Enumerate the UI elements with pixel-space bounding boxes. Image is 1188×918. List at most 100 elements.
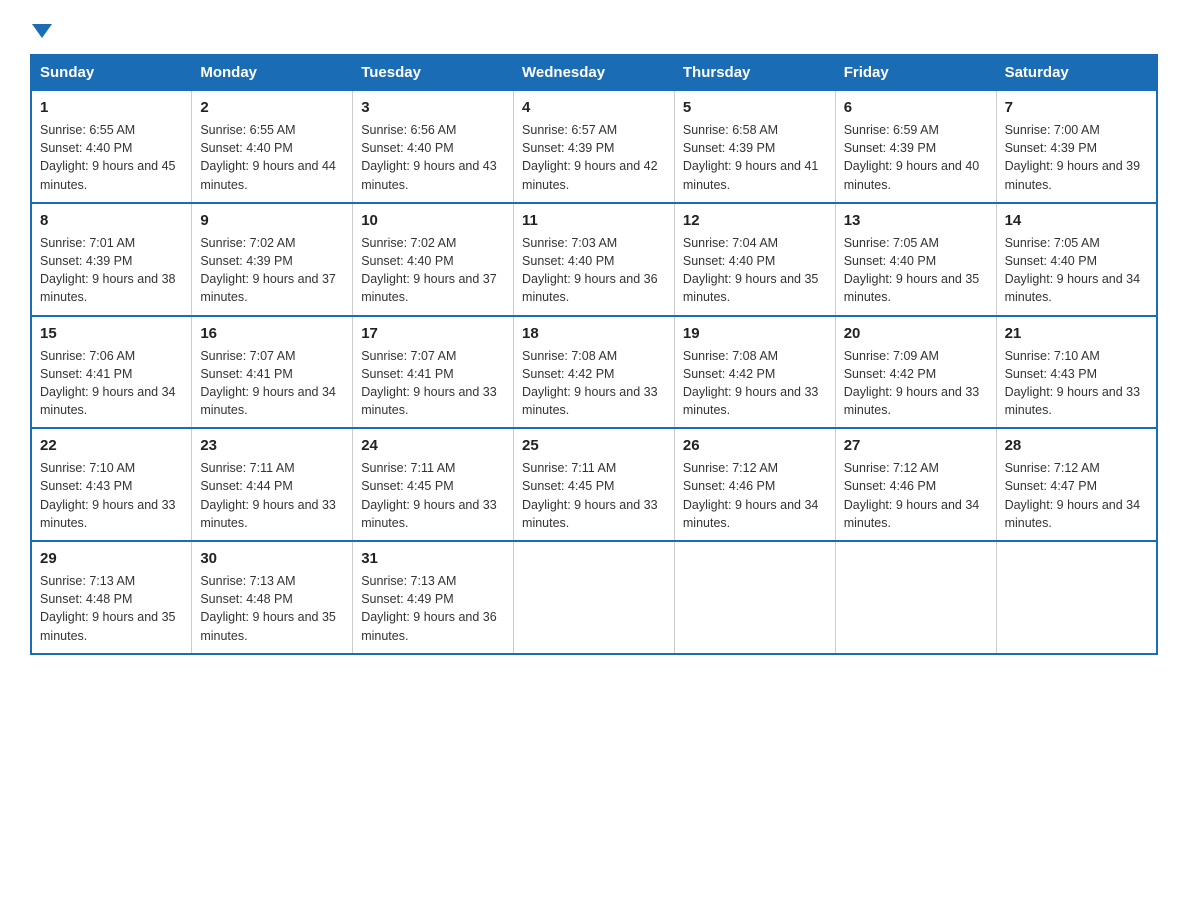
day-number: 4 [522, 97, 666, 118]
day-info: Sunrise: 7:05 AMSunset: 4:40 PMDaylight:… [1005, 236, 1141, 305]
weekday-header-wednesday: Wednesday [514, 55, 675, 90]
calendar-cell: 7 Sunrise: 7:00 AMSunset: 4:39 PMDayligh… [996, 90, 1157, 203]
day-info: Sunrise: 7:12 AMSunset: 4:46 PMDaylight:… [683, 461, 819, 530]
day-info: Sunrise: 6:59 AMSunset: 4:39 PMDaylight:… [844, 123, 980, 192]
calendar-cell: 11 Sunrise: 7:03 AMSunset: 4:40 PMDaylig… [514, 203, 675, 316]
calendar-cell: 20 Sunrise: 7:09 AMSunset: 4:42 PMDaylig… [835, 316, 996, 429]
day-number: 17 [361, 323, 505, 344]
day-info: Sunrise: 7:12 AMSunset: 4:47 PMDaylight:… [1005, 461, 1141, 530]
calendar-cell: 5 Sunrise: 6:58 AMSunset: 4:39 PMDayligh… [674, 90, 835, 203]
day-info: Sunrise: 7:01 AMSunset: 4:39 PMDaylight:… [40, 236, 176, 305]
logo-triangle-icon [32, 24, 52, 38]
weekday-header-saturday: Saturday [996, 55, 1157, 90]
calendar-cell: 14 Sunrise: 7:05 AMSunset: 4:40 PMDaylig… [996, 203, 1157, 316]
day-number: 24 [361, 435, 505, 456]
weekday-header-monday: Monday [192, 55, 353, 90]
calendar-cell [996, 541, 1157, 654]
day-number: 28 [1005, 435, 1148, 456]
calendar-week-row: 15 Sunrise: 7:06 AMSunset: 4:41 PMDaylig… [31, 316, 1157, 429]
calendar-cell: 12 Sunrise: 7:04 AMSunset: 4:40 PMDaylig… [674, 203, 835, 316]
day-number: 9 [200, 210, 344, 231]
calendar-cell [674, 541, 835, 654]
day-number: 1 [40, 97, 183, 118]
day-info: Sunrise: 7:06 AMSunset: 4:41 PMDaylight:… [40, 349, 176, 418]
calendar-cell: 16 Sunrise: 7:07 AMSunset: 4:41 PMDaylig… [192, 316, 353, 429]
day-info: Sunrise: 7:11 AMSunset: 4:44 PMDaylight:… [200, 461, 336, 530]
day-number: 27 [844, 435, 988, 456]
day-number: 13 [844, 210, 988, 231]
day-info: Sunrise: 7:05 AMSunset: 4:40 PMDaylight:… [844, 236, 980, 305]
calendar-cell: 2 Sunrise: 6:55 AMSunset: 4:40 PMDayligh… [192, 90, 353, 203]
day-number: 29 [40, 548, 183, 569]
day-info: Sunrise: 7:09 AMSunset: 4:42 PMDaylight:… [844, 349, 980, 418]
day-info: Sunrise: 7:04 AMSunset: 4:40 PMDaylight:… [683, 236, 819, 305]
day-info: Sunrise: 7:03 AMSunset: 4:40 PMDaylight:… [522, 236, 658, 305]
day-number: 25 [522, 435, 666, 456]
day-info: Sunrise: 6:58 AMSunset: 4:39 PMDaylight:… [683, 123, 819, 192]
calendar-cell: 25 Sunrise: 7:11 AMSunset: 4:45 PMDaylig… [514, 428, 675, 541]
calendar-cell: 17 Sunrise: 7:07 AMSunset: 4:41 PMDaylig… [353, 316, 514, 429]
calendar-cell: 3 Sunrise: 6:56 AMSunset: 4:40 PMDayligh… [353, 90, 514, 203]
day-number: 2 [200, 97, 344, 118]
calendar-cell: 27 Sunrise: 7:12 AMSunset: 4:46 PMDaylig… [835, 428, 996, 541]
day-info: Sunrise: 7:08 AMSunset: 4:42 PMDaylight:… [522, 349, 658, 418]
day-info: Sunrise: 7:07 AMSunset: 4:41 PMDaylight:… [361, 349, 497, 418]
calendar-week-row: 22 Sunrise: 7:10 AMSunset: 4:43 PMDaylig… [31, 428, 1157, 541]
day-info: Sunrise: 6:55 AMSunset: 4:40 PMDaylight:… [40, 123, 176, 192]
calendar-cell: 22 Sunrise: 7:10 AMSunset: 4:43 PMDaylig… [31, 428, 192, 541]
calendar-cell: 13 Sunrise: 7:05 AMSunset: 4:40 PMDaylig… [835, 203, 996, 316]
day-number: 31 [361, 548, 505, 569]
day-info: Sunrise: 6:57 AMSunset: 4:39 PMDaylight:… [522, 123, 658, 192]
calendar-week-row: 29 Sunrise: 7:13 AMSunset: 4:48 PMDaylig… [31, 541, 1157, 654]
day-number: 21 [1005, 323, 1148, 344]
day-number: 6 [844, 97, 988, 118]
calendar-cell: 18 Sunrise: 7:08 AMSunset: 4:42 PMDaylig… [514, 316, 675, 429]
day-number: 12 [683, 210, 827, 231]
calendar-cell: 10 Sunrise: 7:02 AMSunset: 4:40 PMDaylig… [353, 203, 514, 316]
calendar-cell: 29 Sunrise: 7:13 AMSunset: 4:48 PMDaylig… [31, 541, 192, 654]
page-header [30, 20, 1158, 36]
calendar-cell: 15 Sunrise: 7:06 AMSunset: 4:41 PMDaylig… [31, 316, 192, 429]
calendar-cell: 21 Sunrise: 7:10 AMSunset: 4:43 PMDaylig… [996, 316, 1157, 429]
calendar-cell [835, 541, 996, 654]
day-number: 11 [522, 210, 666, 231]
day-number: 26 [683, 435, 827, 456]
day-info: Sunrise: 7:13 AMSunset: 4:48 PMDaylight:… [200, 574, 336, 643]
calendar-cell: 6 Sunrise: 6:59 AMSunset: 4:39 PMDayligh… [835, 90, 996, 203]
calendar-cell: 4 Sunrise: 6:57 AMSunset: 4:39 PMDayligh… [514, 90, 675, 203]
day-info: Sunrise: 6:56 AMSunset: 4:40 PMDaylight:… [361, 123, 497, 192]
calendar-cell: 30 Sunrise: 7:13 AMSunset: 4:48 PMDaylig… [192, 541, 353, 654]
day-number: 22 [40, 435, 183, 456]
day-info: Sunrise: 7:10 AMSunset: 4:43 PMDaylight:… [40, 461, 176, 530]
weekday-header-thursday: Thursday [674, 55, 835, 90]
day-info: Sunrise: 7:11 AMSunset: 4:45 PMDaylight:… [522, 461, 658, 530]
day-info: Sunrise: 7:02 AMSunset: 4:40 PMDaylight:… [361, 236, 497, 305]
calendar-cell: 9 Sunrise: 7:02 AMSunset: 4:39 PMDayligh… [192, 203, 353, 316]
day-number: 30 [200, 548, 344, 569]
calendar-cell: 28 Sunrise: 7:12 AMSunset: 4:47 PMDaylig… [996, 428, 1157, 541]
day-info: Sunrise: 7:11 AMSunset: 4:45 PMDaylight:… [361, 461, 497, 530]
calendar-cell: 31 Sunrise: 7:13 AMSunset: 4:49 PMDaylig… [353, 541, 514, 654]
calendar-cell: 24 Sunrise: 7:11 AMSunset: 4:45 PMDaylig… [353, 428, 514, 541]
day-number: 19 [683, 323, 827, 344]
day-info: Sunrise: 7:13 AMSunset: 4:48 PMDaylight:… [40, 574, 176, 643]
day-number: 10 [361, 210, 505, 231]
day-info: Sunrise: 7:12 AMSunset: 4:46 PMDaylight:… [844, 461, 980, 530]
logo [30, 20, 52, 36]
day-info: Sunrise: 7:07 AMSunset: 4:41 PMDaylight:… [200, 349, 336, 418]
calendar-week-row: 8 Sunrise: 7:01 AMSunset: 4:39 PMDayligh… [31, 203, 1157, 316]
weekday-header-sunday: Sunday [31, 55, 192, 90]
day-number: 23 [200, 435, 344, 456]
calendar-cell: 26 Sunrise: 7:12 AMSunset: 4:46 PMDaylig… [674, 428, 835, 541]
day-info: Sunrise: 7:08 AMSunset: 4:42 PMDaylight:… [683, 349, 819, 418]
day-number: 20 [844, 323, 988, 344]
day-info: Sunrise: 7:10 AMSunset: 4:43 PMDaylight:… [1005, 349, 1141, 418]
calendar-cell [514, 541, 675, 654]
day-number: 16 [200, 323, 344, 344]
day-info: Sunrise: 7:13 AMSunset: 4:49 PMDaylight:… [361, 574, 497, 643]
day-number: 15 [40, 323, 183, 344]
day-number: 5 [683, 97, 827, 118]
day-number: 14 [1005, 210, 1148, 231]
calendar-week-row: 1 Sunrise: 6:55 AMSunset: 4:40 PMDayligh… [31, 90, 1157, 203]
calendar-cell: 8 Sunrise: 7:01 AMSunset: 4:39 PMDayligh… [31, 203, 192, 316]
